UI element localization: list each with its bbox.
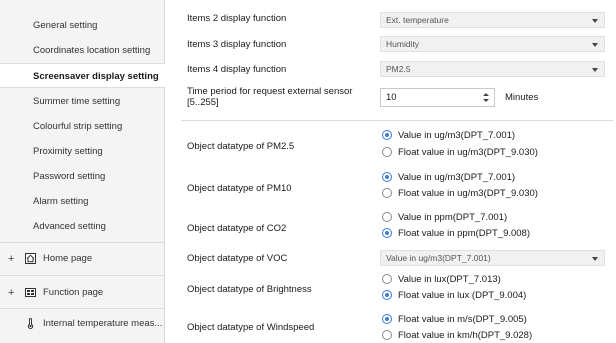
radio-label: Float value in m/s(DPT_9.005)	[398, 314, 527, 325]
sidebar-item-advanced-setting[interactable]: Advanced setting	[0, 214, 164, 239]
sidebar-group-internal-temperature[interactable]: Internal temperature meas...	[0, 309, 164, 339]
sidebar-item-general-setting[interactable]: General setting	[0, 13, 164, 38]
radio-selected-icon	[382, 228, 392, 238]
items4-display-select[interactable]: PM2.5	[380, 61, 605, 77]
sidebar-item-label: Proximity setting	[33, 146, 103, 157]
items2-display-select[interactable]: Ext. temperature	[380, 12, 605, 28]
radio-label: Float value in ug/m3(DPT_9.030)	[398, 188, 538, 199]
sidebar-item-label: Summer time setting	[33, 96, 121, 107]
sidebar-item-alarm-setting[interactable]: Alarm setting	[0, 189, 164, 214]
thermometer-icon	[27, 318, 34, 329]
sidebar-group-label: Home page	[43, 253, 93, 264]
sidebar-item-label: General setting	[33, 20, 98, 31]
radio-label: Value in ug/m3(DPT_7.001)	[398, 130, 516, 141]
radio-selected-icon	[382, 130, 392, 140]
sidebar-item-screensaver-display-setting[interactable]: Screensaver display setting	[0, 63, 165, 88]
sidebar-group-function-page[interactable]: + Function page	[0, 278, 164, 308]
radio-label: Float value in lux (DPT_9.004)	[398, 290, 527, 301]
sidebar-group-label: Function page	[43, 287, 104, 298]
request-period-unit: Minutes	[505, 92, 539, 103]
radio-unselected-icon	[382, 274, 392, 284]
sidebar: General setting Coordinates location set…	[0, 0, 165, 343]
select-value: Ext. temperature	[386, 15, 449, 25]
function-grid-icon	[25, 288, 36, 297]
radio-label: Float value in ug/m3(DPT_9.030)	[398, 147, 538, 158]
sidebar-item-summer-time-setting[interactable]: Summer time setting	[0, 89, 164, 114]
pm25-datatype-label: Object datatype of PM2.5	[187, 141, 295, 152]
stepper-value: 10	[386, 92, 397, 103]
sidebar-item-label: Coordinates location setting	[33, 45, 151, 56]
sidebar-item-colourful-strip-setting[interactable]: Colourful strip setting	[0, 114, 164, 139]
radio-unselected-icon	[382, 212, 392, 222]
sidebar-item-coordinates-location-setting[interactable]: Coordinates location setting	[0, 38, 164, 63]
voc-datatype-label: Object datatype of VOC	[187, 253, 288, 264]
request-period-label: Time period for request external sensor	[187, 86, 353, 97]
dropdown-caret-icon	[592, 19, 598, 23]
radio-label: Value in ug/m3(DPT_7.001)	[398, 172, 516, 183]
sidebar-item-label: Colourful strip setting	[33, 121, 123, 132]
radio-unselected-icon	[382, 330, 392, 340]
brightness-datatype-label: Object datatype of Brightness	[187, 284, 312, 295]
radio-selected-icon	[382, 314, 392, 324]
radio-unselected-icon	[382, 188, 392, 198]
expand-plus-icon[interactable]: +	[8, 278, 14, 308]
radio-label: Float value in km/h(DPT_9.028)	[398, 330, 533, 341]
sidebar-divider	[0, 242, 164, 243]
settings-panel: Items 2 display function Ext. temperatur…	[165, 0, 616, 343]
request-period-stepper[interactable]: 10	[380, 88, 495, 107]
items4-display-label: Items 4 display function	[187, 64, 287, 75]
windspeed-datatype-label: Object datatype of Windspeed	[187, 322, 315, 333]
items3-display-select[interactable]: Humidity	[380, 36, 605, 52]
home-icon	[25, 253, 36, 264]
sidebar-item-label: Screensaver display setting	[33, 71, 159, 82]
sidebar-item-proximity-setting[interactable]: Proximity setting	[0, 139, 164, 164]
select-value: Value in ug/m3(DPT_7.001)	[386, 253, 491, 263]
items2-display-label: Items 2 display function	[187, 13, 287, 24]
items3-display-label: Items 3 display function	[187, 39, 287, 50]
section-divider	[181, 120, 613, 121]
radio-label: Value in lux(DPT_7.013)	[398, 274, 501, 285]
co2-datatype-label: Object datatype of CO2	[187, 223, 287, 234]
expand-plus-icon[interactable]: +	[8, 244, 14, 274]
sidebar-group-label: Internal temperature meas...	[43, 318, 163, 329]
sidebar-item-password-setting[interactable]: Password setting	[0, 164, 164, 189]
sidebar-divider	[0, 275, 164, 276]
dropdown-caret-icon	[592, 257, 598, 261]
sidebar-item-label: Alarm setting	[33, 196, 89, 207]
spin-arrows-icon[interactable]	[482, 91, 490, 104]
voc-datatype-select[interactable]: Value in ug/m3(DPT_7.001)	[380, 250, 605, 266]
request-period-range: [5..255]	[187, 97, 219, 108]
dropdown-caret-icon	[592, 43, 598, 47]
select-value: PM2.5	[386, 64, 411, 74]
sidebar-item-label: Advanced setting	[33, 221, 106, 232]
select-value: Humidity	[386, 39, 420, 49]
sidebar-group-home-page[interactable]: + Home page	[0, 244, 164, 274]
radio-label: Float value in ppm(DPT_9.008)	[398, 228, 531, 239]
dropdown-caret-icon	[592, 68, 598, 72]
sidebar-item-label: Password setting	[33, 171, 106, 182]
radio-selected-icon	[382, 172, 392, 182]
radio-label: Value in ppm(DPT_7.001)	[398, 212, 508, 223]
radio-selected-icon	[382, 290, 392, 300]
radio-unselected-icon	[382, 147, 392, 157]
pm10-datatype-label: Object datatype of PM10	[187, 183, 292, 194]
